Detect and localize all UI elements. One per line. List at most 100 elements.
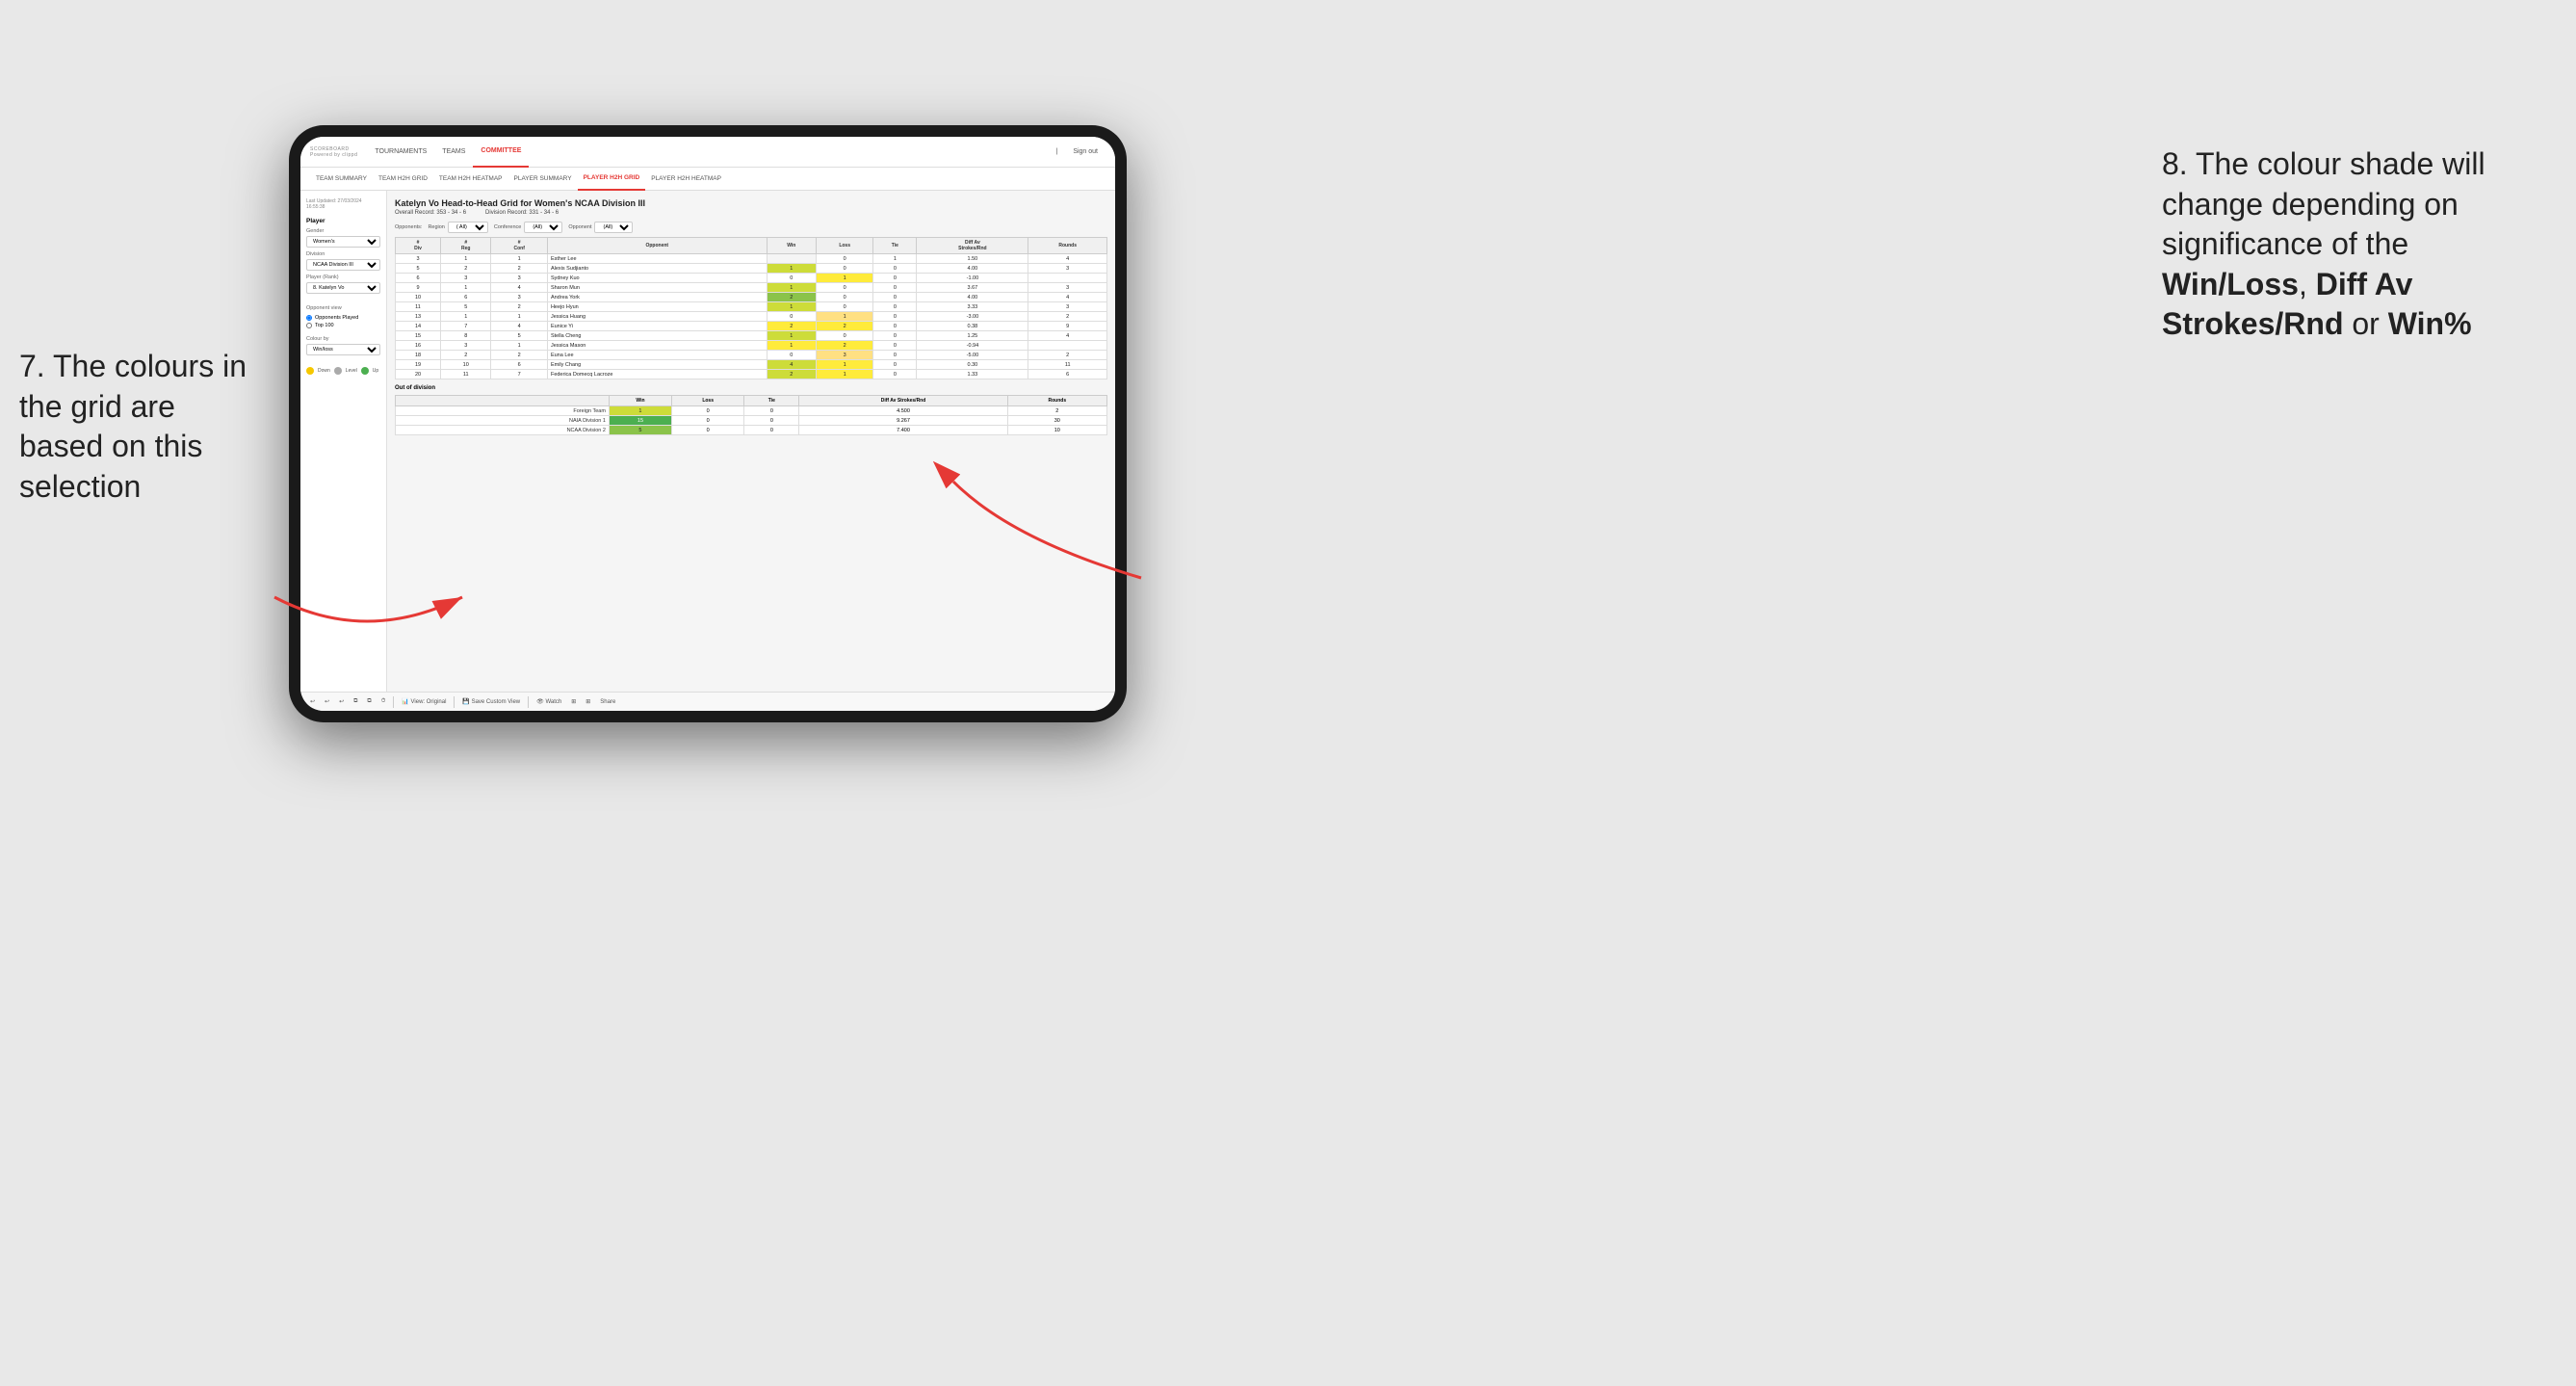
cell-tie: 0 xyxy=(873,331,917,341)
radio-opponents-played[interactable]: Opponents Played xyxy=(306,315,380,321)
main-content: Katelyn Vo Head-to-Head Grid for Women's… xyxy=(387,191,1115,692)
nav-tournaments[interactable]: TOURNAMENTS xyxy=(367,137,434,168)
table-row: 1631Jessica Mason120-0.94 xyxy=(396,341,1107,351)
cell-opponent: Heejo Hyun xyxy=(547,302,767,312)
cell-diff: 4.00 xyxy=(917,293,1028,302)
filter-conference-select[interactable]: (All) xyxy=(524,222,562,233)
table-row: 1063Andrea York2004.004 xyxy=(396,293,1107,302)
ood-tie: 0 xyxy=(744,416,799,426)
col-win: Win xyxy=(767,238,816,254)
timestamp: Last Updated: 27/03/2024 16:55:38 xyxy=(306,198,380,210)
grid-subtitle: Overall Record: 353 - 34 - 6 Division Re… xyxy=(395,210,1107,216)
filter-region-select[interactable]: ( All) xyxy=(448,222,488,233)
legend-down-label: Down xyxy=(318,368,330,374)
save-custom-btn[interactable]: 💾 Save Custom View xyxy=(460,698,522,705)
share-btn[interactable]: Share xyxy=(598,699,617,705)
out-of-division-table: WinLossTieDiff Av Strokes/RndRoundsForei… xyxy=(395,395,1107,435)
ood-diff: 4.500 xyxy=(799,406,1007,416)
cell-diff: -3.00 xyxy=(917,312,1028,322)
colour-by-label: Colour by xyxy=(306,336,380,342)
grid-btn[interactable]: ⊞ xyxy=(584,698,592,705)
opponent-view-radios: Opponents Played Top 100 xyxy=(306,315,380,328)
cell-conf: 3 xyxy=(491,274,548,283)
cell-opponent: Jessica Mason xyxy=(547,341,767,351)
col-opponent: Opponent xyxy=(547,238,767,254)
cell-win: 2 xyxy=(767,322,816,331)
player-rank-select[interactable]: 8. Katelyn Vo xyxy=(306,282,380,294)
ood-diff: 9.267 xyxy=(799,416,1007,426)
cell-div: 16 xyxy=(396,341,441,351)
sign-out-link[interactable]: Sign out xyxy=(1065,137,1106,168)
grid-title: Katelyn Vo Head-to-Head Grid for Women's… xyxy=(395,198,1107,208)
view-original-btn[interactable]: 📊 View: Original xyxy=(400,698,448,705)
watch-btn[interactable]: 👁 Watch xyxy=(534,698,563,705)
nav-items: TOURNAMENTS TEAMS COMMITTEE xyxy=(367,137,529,168)
cell-conf: 1 xyxy=(491,254,548,264)
cell-opponent: Andrea York xyxy=(547,293,767,302)
cell-rounds: 4 xyxy=(1028,293,1107,302)
ood-rounds: 10 xyxy=(1007,426,1106,435)
copy-btn[interactable]: ⧉ xyxy=(351,698,359,705)
nav-committee[interactable]: COMMITTEE xyxy=(473,137,529,168)
cell-opponent: Eunice Yi xyxy=(547,322,767,331)
cell-tie: 0 xyxy=(873,264,917,274)
h2h-table: #Div #Reg #Conf Opponent Win Loss Tie Di… xyxy=(395,237,1107,379)
nav-bar: SCOREBOARD Powered by clippd TOURNAMENTS… xyxy=(300,137,1115,168)
cell-diff: 0.30 xyxy=(917,360,1028,370)
cell-reg: 8 xyxy=(441,331,491,341)
cell-opponent: Federica Domecq Lacroze xyxy=(547,370,767,379)
ood-row: NCAA Division 25007.40010 xyxy=(396,426,1107,435)
division-select[interactable]: NCAA Division III xyxy=(306,259,380,271)
table-row: 1152Heejo Hyun1003.333 xyxy=(396,302,1107,312)
redo-btn[interactable]: ↩ xyxy=(323,698,331,705)
tablet-device: SCOREBOARD Powered by clippd TOURNAMENTS… xyxy=(289,125,1127,722)
cell-div: 9 xyxy=(396,283,441,293)
cell-rounds: 9 xyxy=(1028,322,1107,331)
gender-select[interactable]: Women's xyxy=(306,236,380,248)
tab-player-h2h-grid[interactable]: PLAYER H2H GRID xyxy=(578,168,646,191)
cell-rounds: 6 xyxy=(1028,370,1107,379)
division-label: Division xyxy=(306,251,380,257)
nav-teams[interactable]: TEAMS xyxy=(434,137,473,168)
tab-player-h2h-heatmap[interactable]: PLAYER H2H HEATMAP xyxy=(645,168,727,191)
table-row: 914Sharon Mun1003.673 xyxy=(396,283,1107,293)
ood-tie: 0 xyxy=(744,426,799,435)
tab-player-summary[interactable]: PLAYER SUMMARY xyxy=(508,168,578,191)
cell-tie: 0 xyxy=(873,370,917,379)
ood-row: Foreign Team1004.5002 xyxy=(396,406,1107,416)
cell-tie: 0 xyxy=(873,360,917,370)
ood-tie: 0 xyxy=(744,406,799,416)
cell-tie: 0 xyxy=(873,322,917,331)
nav-right: | Sign out xyxy=(1055,137,1106,168)
cell-div: 14 xyxy=(396,322,441,331)
clock-btn[interactable]: ⏱ xyxy=(379,698,388,705)
filter-opponent-select[interactable]: (All) xyxy=(594,222,633,233)
undo-btn[interactable]: ↩ xyxy=(308,698,317,705)
cell-div: 13 xyxy=(396,312,441,322)
cell-opponent: Jessica Huang xyxy=(547,312,767,322)
tab-team-summary[interactable]: TEAM SUMMARY xyxy=(310,168,373,191)
cell-win: 2 xyxy=(767,370,816,379)
cell-loss: 1 xyxy=(816,370,872,379)
radio-top100[interactable]: Top 100 xyxy=(306,323,380,328)
cell-loss: 1 xyxy=(816,312,872,322)
back-btn[interactable]: ↩ xyxy=(337,698,346,705)
cell-diff: 0.38 xyxy=(917,322,1028,331)
cell-div: 11 xyxy=(396,302,441,312)
colour-by-select[interactable]: Win/loss xyxy=(306,344,380,355)
annotation-right: 8. The colour shade will change dependin… xyxy=(2162,144,2547,345)
paste-btn[interactable]: ⧉ xyxy=(365,698,373,705)
cell-opponent: Sharon Mun xyxy=(547,283,767,293)
cell-rounds xyxy=(1028,341,1107,351)
cell-tie: 0 xyxy=(873,293,917,302)
legend: Down Level Up xyxy=(306,367,380,375)
layout-btn[interactable]: ⊞ xyxy=(569,698,578,705)
ood-win: 5 xyxy=(609,426,671,435)
cell-div: 20 xyxy=(396,370,441,379)
cell-reg: 11 xyxy=(441,370,491,379)
cell-diff: -1.00 xyxy=(917,274,1028,283)
cell-opponent: Esther Lee xyxy=(547,254,767,264)
tab-team-h2h-grid[interactable]: TEAM H2H GRID xyxy=(373,168,433,191)
col-loss: Loss xyxy=(816,238,872,254)
tab-team-h2h-heatmap[interactable]: TEAM H2H HEATMAP xyxy=(433,168,508,191)
